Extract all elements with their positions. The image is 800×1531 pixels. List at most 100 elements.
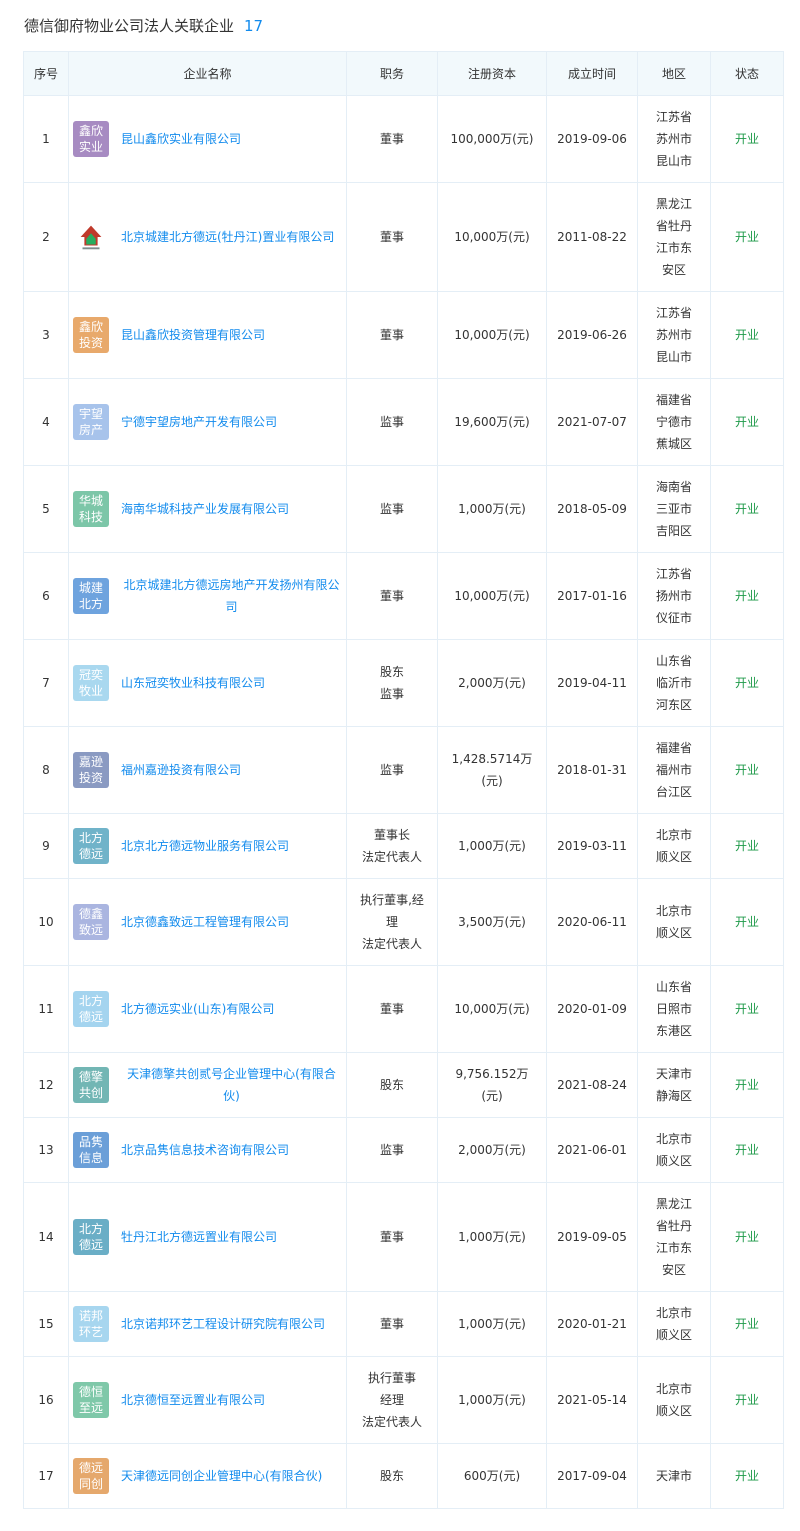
company-name-link[interactable]: 昆山鑫欣投资管理有限公司: [121, 324, 265, 346]
company-logo-icon[interactable]: 嘉逊投资: [73, 752, 109, 788]
cell-date: 2017-01-16: [546, 552, 638, 640]
cell-date: 2019-09-06: [546, 95, 638, 183]
status-badge: 开业: [710, 878, 784, 966]
company-name-link[interactable]: 山东冠奕牧业科技有限公司: [121, 672, 265, 694]
table-row: 7 冠奕牧业 山东冠奕牧业科技有限公司 股东 监事 2,000万(元) 2019…: [23, 639, 784, 727]
column-header-date: 成立时间: [546, 51, 638, 96]
company-name-link[interactable]: 北京德恒至远置业有限公司: [121, 1389, 265, 1411]
company-logo-icon[interactable]: 宇望房产: [73, 404, 109, 440]
cell-capital: 1,000万(元): [437, 813, 547, 879]
cell-no: 2: [23, 182, 69, 292]
company-name-link[interactable]: 昆山鑫欣实业有限公司: [121, 128, 241, 150]
cell-capital: 10,000万(元): [437, 965, 547, 1053]
cell-role: 董事: [346, 552, 438, 640]
status-badge: 开业: [710, 639, 784, 727]
cell-role: 执行董事,经 理 法定代表人: [346, 878, 438, 966]
company-name-link[interactable]: 北京北方德远物业服务有限公司: [121, 835, 289, 857]
table-row: 14 北方德远 牡丹江北方德远置业有限公司 董事 1,000万(元) 2019-…: [23, 1182, 784, 1292]
cell-role: 监事: [346, 465, 438, 553]
company-logo-icon[interactable]: 鑫欣投资: [73, 317, 109, 353]
cell-capital: 2,000万(元): [437, 639, 547, 727]
company-logo-icon[interactable]: 北方德远: [73, 991, 109, 1027]
table-row: 6 城建北方 北京城建北方德远房地产开发扬州有限公司 董事 10,000万(元)…: [23, 552, 784, 640]
column-header-region: 地区: [637, 51, 711, 96]
table-row: 12 德擎共创 天津德擎共创贰号企业管理中心(有限合伙) 股东 9,756.15…: [23, 1052, 784, 1118]
company-name-link[interactable]: 海南华城科技产业发展有限公司: [121, 498, 289, 520]
table-row: 9 北方德远 北京北方德远物业服务有限公司 董事长 法定代表人 1,000万(元…: [23, 813, 784, 879]
cell-region: 山东省 临沂市 河东区: [637, 639, 711, 727]
company-name-link[interactable]: 牡丹江北方德远置业有限公司: [121, 1226, 277, 1248]
cell-company: 宇望房产 宁德宇望房地产开发有限公司: [68, 378, 347, 466]
cell-capital: 9,756.152万 (元): [437, 1052, 547, 1118]
table-row: 1 鑫欣实业 昆山鑫欣实业有限公司 董事 100,000万(元) 2019-09…: [23, 95, 784, 183]
company-logo-icon[interactable]: 品隽信息: [73, 1132, 109, 1168]
cell-role: 监事: [346, 378, 438, 466]
company-logo-icon[interactable]: 华城科技: [73, 491, 109, 527]
cell-role: 董事: [346, 1291, 438, 1357]
company-name-link[interactable]: 北京城建北方德远房地产开发扬州有限公司: [121, 574, 342, 618]
page-title: 德信御府物业公司法人关联企业 17: [24, 14, 263, 38]
title-text: 德信御府物业公司法人关联企业: [24, 17, 235, 35]
company-name-link[interactable]: 天津德擎共创贰号企业管理中心(有限合伙): [121, 1063, 342, 1107]
cell-region: 北京市 顺义区: [637, 878, 711, 966]
company-name-link[interactable]: 北方德远实业(山东)有限公司: [121, 998, 274, 1020]
cell-role: 董事: [346, 182, 438, 292]
cell-region: 江苏省 苏州市 昆山市: [637, 95, 711, 183]
cell-no: 4: [23, 378, 69, 466]
table-row: 2 北京城建北方德远(牡丹江)置业有限公司 董事 10,000万(元) 2011…: [23, 182, 784, 292]
company-logo-icon[interactable]: 德擎共创: [73, 1067, 109, 1103]
cell-no: 5: [23, 465, 69, 553]
cell-role: 董事: [346, 1182, 438, 1292]
company-name-link[interactable]: 北京诺邦环艺工程设计研究院有限公司: [121, 1313, 325, 1335]
company-name-link[interactable]: 北京城建北方德远(牡丹江)置业有限公司: [121, 226, 334, 248]
table-row: 16 德恒至远 北京德恒至远置业有限公司 执行董事 经理 法定代表人 1,000…: [23, 1356, 784, 1444]
cell-region: 北京市 顺义区: [637, 1291, 711, 1357]
table-row: 8 嘉逊投资 福州嘉逊投资有限公司 监事 1,428.5714万 (元) 201…: [23, 726, 784, 814]
company-name-link[interactable]: 北京品隽信息技术咨询有限公司: [121, 1139, 289, 1161]
cell-role: 董事: [346, 965, 438, 1053]
table-row: 11 北方德远 北方德远实业(山东)有限公司 董事 10,000万(元) 202…: [23, 965, 784, 1053]
cell-role: 董事长 法定代表人: [346, 813, 438, 879]
cell-company: 城建北方 北京城建北方德远房地产开发扬州有限公司: [68, 552, 347, 640]
cell-company: 品隽信息 北京品隽信息技术咨询有限公司: [68, 1117, 347, 1183]
company-logo-icon[interactable]: 德恒至远: [73, 1382, 109, 1418]
status-badge: 开业: [710, 1117, 784, 1183]
company-logo-icon[interactable]: 北方德远: [73, 1219, 109, 1255]
cell-no: 12: [23, 1052, 69, 1118]
status-badge: 开业: [710, 1291, 784, 1357]
company-logo-icon[interactable]: 鑫欣实业: [73, 121, 109, 157]
company-logo-icon[interactable]: 诺邦环艺: [73, 1306, 109, 1342]
cell-region: 天津市 静海区: [637, 1052, 711, 1118]
company-name-link[interactable]: 北京德鑫致远工程管理有限公司: [121, 911, 289, 933]
table-row: 17 德远同创 天津德远同创企业管理中心(有限合伙) 股东 600万(元) 20…: [23, 1443, 784, 1509]
cell-capital: 1,000万(元): [437, 465, 547, 553]
cell-role: 监事: [346, 726, 438, 814]
related-companies-table: 序号 企业名称 职务 注册资本 成立时间 地区 状态 1 鑫欣实业 昆山鑫欣实业…: [23, 51, 784, 1509]
cell-date: 2020-01-21: [546, 1291, 638, 1357]
status-badge: 开业: [710, 813, 784, 879]
cell-region: 黑龙江 省牡丹 江市东 安区: [637, 182, 711, 292]
company-name-link[interactable]: 福州嘉逊投资有限公司: [121, 759, 241, 781]
company-name-link[interactable]: 宁德宇望房地产开发有限公司: [121, 411, 277, 433]
cell-no: 14: [23, 1182, 69, 1292]
company-logo-icon[interactable]: 冠奕牧业: [73, 665, 109, 701]
cell-region: 北京市 顺义区: [637, 1356, 711, 1444]
status-badge: 开业: [710, 726, 784, 814]
company-logo-icon[interactable]: 德远同创: [73, 1458, 109, 1494]
company-logo-icon[interactable]: 北方德远: [73, 828, 109, 864]
company-logo-image-icon[interactable]: [73, 219, 109, 255]
cell-role: 董事: [346, 95, 438, 183]
cell-date: 2018-01-31: [546, 726, 638, 814]
company-logo-icon[interactable]: 城建北方: [73, 578, 109, 614]
cell-capital: 100,000万(元): [437, 95, 547, 183]
cell-capital: 600万(元): [437, 1443, 547, 1509]
cell-role: 股东: [346, 1443, 438, 1509]
cell-capital: 10,000万(元): [437, 552, 547, 640]
status-badge: 开业: [710, 378, 784, 466]
company-name-link[interactable]: 天津德远同创企业管理中心(有限合伙): [121, 1465, 322, 1487]
cell-capital: 19,600万(元): [437, 378, 547, 466]
company-logo-icon[interactable]: 德鑫致远: [73, 904, 109, 940]
cell-company: 鑫欣投资 昆山鑫欣投资管理有限公司: [68, 291, 347, 379]
cell-no: 3: [23, 291, 69, 379]
table-row: 15 诺邦环艺 北京诺邦环艺工程设计研究院有限公司 董事 1,000万(元) 2…: [23, 1291, 784, 1357]
